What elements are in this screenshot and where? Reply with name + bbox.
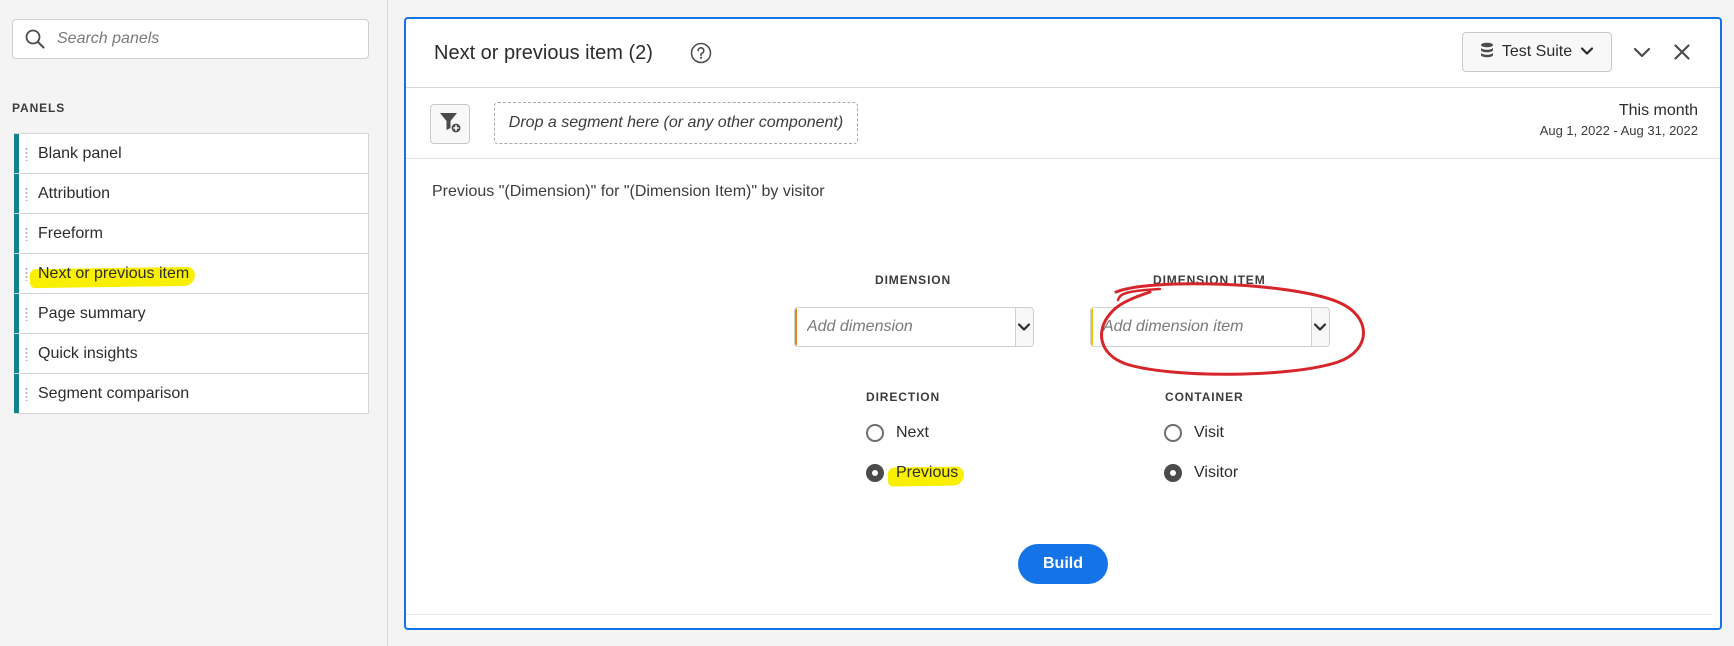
segment-drop-zone[interactable]: Drop a segment here (or any other compon… — [494, 102, 858, 144]
radio-label: Previous — [896, 464, 959, 481]
radio-label: Next — [896, 424, 929, 441]
collapse-chevron-icon[interactable] — [1631, 41, 1653, 63]
build-button[interactable]: Build — [1018, 544, 1108, 584]
panel-item-freeform[interactable]: Freeform — [14, 214, 368, 254]
panel-item-label: Quick insights — [38, 344, 138, 362]
chevron-down-icon — [1580, 43, 1594, 61]
radio-button-icon[interactable] — [866, 424, 884, 442]
drag-handle-icon[interactable] — [25, 347, 28, 361]
dimension-label: DIMENSION — [875, 273, 952, 287]
panel-item-quick-insights[interactable]: Quick insights — [14, 334, 368, 374]
panel-item-page-summary[interactable]: Page summary — [14, 294, 368, 334]
drag-handle-icon[interactable] — [25, 187, 28, 201]
panel-item-accent — [14, 214, 19, 253]
panel-item-label: Next or previous item — [38, 264, 190, 282]
panel-item-label: Attribution — [38, 184, 111, 202]
dimension-combobox[interactable] — [794, 307, 1034, 347]
database-icon — [1480, 42, 1494, 63]
panel-description: Previous "(Dimension)" for "(Dimension I… — [432, 183, 825, 200]
dimension-input[interactable] — [796, 308, 1015, 346]
panel-footer-divider — [406, 614, 1712, 615]
radio-button-icon[interactable] — [866, 464, 884, 482]
dimension-dropdown-button[interactable] — [1014, 308, 1033, 346]
panel-item-label: Page summary — [38, 304, 146, 322]
date-range-dates: Aug 1, 2022 - Aug 31, 2022 — [1539, 123, 1698, 138]
search-panels-field[interactable] — [12, 19, 369, 59]
filter-add-icon — [438, 110, 462, 139]
panel-item-accent — [14, 174, 19, 213]
add-segment-button[interactable] — [430, 104, 470, 144]
panel-item-accent — [14, 334, 19, 373]
container-visitor-radio[interactable]: Visitor — [1164, 464, 1238, 482]
panels-section-title: PANELS — [12, 101, 66, 115]
search-panels-input[interactable] — [57, 20, 368, 58]
search-icon — [13, 19, 57, 59]
radio-label: Visitor — [1194, 464, 1239, 481]
radio-button-icon[interactable] — [1164, 464, 1182, 482]
dimension-item-input[interactable] — [1092, 308, 1311, 346]
close-icon[interactable] — [1671, 41, 1693, 63]
panel-item-accent — [14, 374, 19, 413]
chevron-down-icon — [1314, 323, 1327, 331]
panel-item-accent — [14, 254, 19, 293]
dimension-item-dropdown-button[interactable] — [1310, 308, 1329, 346]
date-range-selector[interactable]: This month Aug 1, 2022 - Aug 31, 2022 — [1540, 102, 1698, 138]
help-icon[interactable] — [690, 42, 712, 64]
panel-header: Next or previous item (2) Test Suite — [406, 19, 1720, 88]
radio-label: Visit — [1194, 424, 1224, 441]
panel-item-label: Blank panel — [38, 144, 122, 162]
drag-handle-icon[interactable] — [25, 267, 28, 281]
panel-item-next-or-previous-item[interactable]: Next or previous item — [14, 254, 368, 294]
radio-button-icon[interactable] — [1164, 424, 1182, 442]
panel-item-accent — [14, 294, 19, 333]
panel-title: Next or previous item (2) — [434, 42, 653, 64]
next-previous-item-panel: Next or previous item (2) Test Suite Dro… — [404, 17, 1722, 630]
drag-handle-icon[interactable] — [25, 147, 28, 161]
panel-item-blank-panel[interactable]: Blank panel — [14, 134, 368, 174]
panel-item-label: Freeform — [38, 224, 103, 242]
direction-previous-radio[interactable]: Previous — [866, 464, 958, 482]
panels-sidebar: PANELS Blank panel Attribution Freeform … — [0, 0, 388, 646]
direction-label: DIRECTION — [866, 390, 941, 404]
segment-row: Drop a segment here (or any other compon… — [406, 88, 1720, 159]
container-label: CONTAINER — [1165, 390, 1244, 404]
chevron-down-icon — [1018, 323, 1031, 331]
panel-item-attribution[interactable]: Attribution — [14, 174, 368, 214]
panel-list: Blank panel Attribution Freeform Next or… — [14, 133, 369, 414]
panel-item-accent — [14, 134, 19, 173]
panel-item-label: Segment comparison — [38, 384, 190, 402]
drag-handle-icon[interactable] — [25, 227, 28, 241]
dimension-item-combobox[interactable] — [1090, 307, 1330, 347]
report-suite-label: Test Suite — [1501, 43, 1573, 60]
drag-handle-icon[interactable] — [25, 387, 28, 401]
container-visit-radio[interactable]: Visit — [1164, 424, 1224, 442]
panel-item-segment-comparison[interactable]: Segment comparison — [14, 374, 368, 413]
dimension-item-label: DIMENSION ITEM — [1153, 273, 1266, 287]
date-range-label: This month — [1618, 102, 1698, 119]
drag-handle-icon[interactable] — [25, 307, 28, 321]
direction-next-radio[interactable]: Next — [866, 424, 929, 442]
report-suite-selector[interactable]: Test Suite — [1462, 32, 1612, 72]
